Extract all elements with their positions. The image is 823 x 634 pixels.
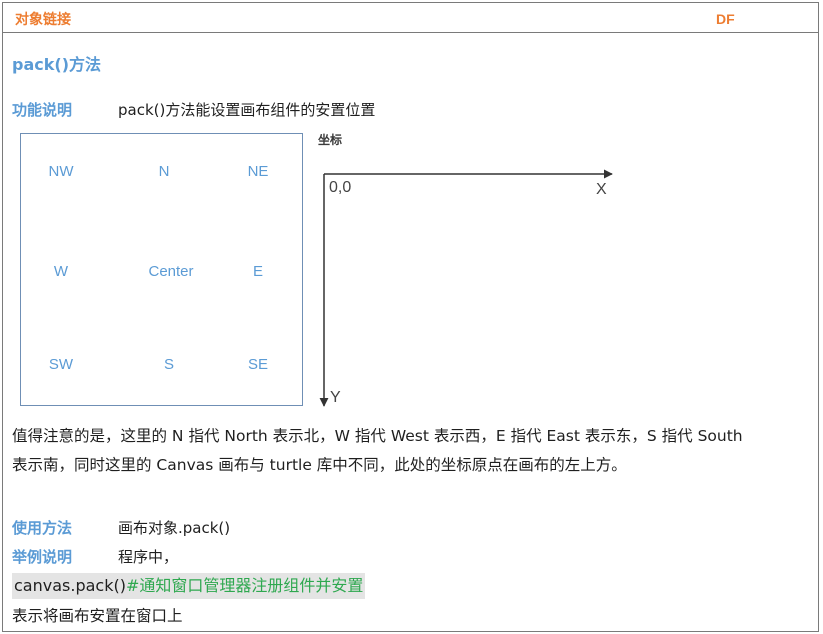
axis-y-label: Y [330, 389, 341, 406]
note-paragraph: 值得注意的是，这里的 N 指代 North 表示北，W 指代 West 表示西，… [12, 422, 812, 480]
code-comment: #通知窗口管理器注册组件并安置 [125, 576, 364, 595]
example-text: 程序中， [118, 548, 179, 566]
code-main: canvas.pack() [14, 576, 126, 595]
result-text: 表示将画布安置在窗口上 [12, 607, 183, 625]
axis-x-label: X [596, 181, 607, 198]
note-line-1: 值得注意的是，这里的 N 指代 North 表示北，W 指代 West 表示西，… [12, 427, 743, 445]
note-line-2: 表示南，同时这里的 Canvas 画布与 turtle 库中不同，此处的坐标原点… [12, 456, 627, 474]
coordinate-axes [319, 169, 613, 407]
usage-label: 使用方法 [12, 519, 73, 537]
usage-text: 画布对象.pack() [118, 519, 231, 537]
axis-origin-label: 0,0 [329, 179, 352, 196]
code-snippet: canvas.pack()#通知窗口管理器注册组件并安置 [12, 573, 366, 599]
example-label: 举例说明 [12, 548, 73, 566]
